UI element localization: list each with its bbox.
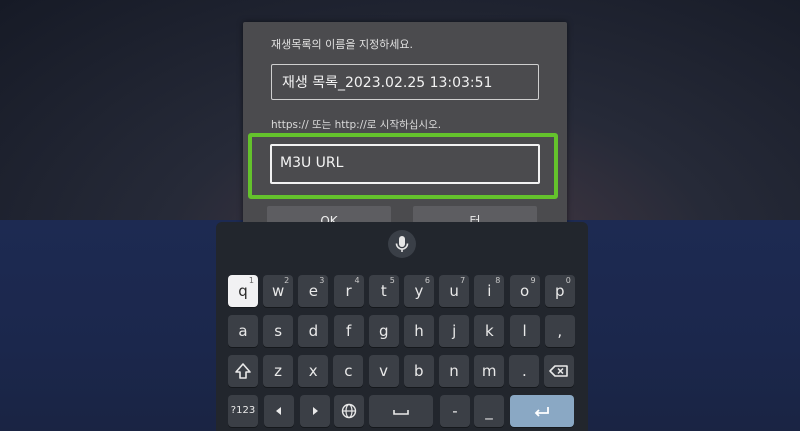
key-label: q xyxy=(238,282,248,300)
key-p[interactable]: p0 xyxy=(544,275,575,307)
arrow-right-icon xyxy=(313,407,318,415)
key-r[interactable]: r4 xyxy=(333,275,364,307)
underscore-key-label: _ xyxy=(485,402,493,420)
key-h[interactable]: h xyxy=(404,315,434,347)
key-label: p xyxy=(555,282,565,300)
key-e[interactable]: e3 xyxy=(298,275,329,307)
space-key[interactable] xyxy=(369,395,433,427)
key-label: u xyxy=(449,282,459,300)
key-number-hint: 9 xyxy=(530,276,536,285)
key-s[interactable]: s xyxy=(263,315,294,347)
key-f[interactable]: f xyxy=(333,315,364,347)
key-l[interactable]: l xyxy=(509,315,540,347)
key-d[interactable]: d xyxy=(298,315,329,347)
playlist-name-field[interactable]: 재생 목록_2023.02.25 13:03:51 xyxy=(271,64,539,100)
enter-key[interactable] xyxy=(510,395,574,427)
key-n[interactable]: n xyxy=(439,355,469,387)
key-i[interactable]: i8 xyxy=(474,275,505,307)
key-number-hint: 1 xyxy=(248,276,254,285)
key-label: s xyxy=(274,322,283,340)
key-label: e xyxy=(308,282,318,300)
key-v[interactable]: v xyxy=(368,355,399,387)
key-y[interactable]: y6 xyxy=(404,275,434,307)
underscore-key[interactable]: _ xyxy=(474,395,504,427)
m3u-url-input[interactable]: M3U URL xyxy=(270,144,540,184)
key-number-hint: 4 xyxy=(354,276,360,285)
key-a[interactable]: a xyxy=(228,315,258,347)
key-label: n xyxy=(449,362,459,380)
shift-icon xyxy=(235,363,251,379)
key-c[interactable]: c xyxy=(333,355,364,387)
on-screen-keyboard: ?123 - _ q1w2e3r4t5y6u7i8o9p0asdfghjkl,z… xyxy=(216,222,588,431)
dash-key-label: - xyxy=(452,402,458,420)
key-z[interactable]: z xyxy=(263,355,293,387)
key-label: g xyxy=(379,322,389,340)
url-hint: https:// 또는 http://로 시작하십시오. xyxy=(271,119,442,131)
cursor-right-key[interactable] xyxy=(300,395,330,427)
cursor-left-key[interactable] xyxy=(264,395,294,427)
key-label: z xyxy=(274,362,282,380)
backspace-key[interactable] xyxy=(544,355,574,387)
mic-icon[interactable] xyxy=(388,230,416,258)
key-number-hint: 2 xyxy=(284,276,290,285)
key-q[interactable]: q1 xyxy=(228,275,258,307)
key-label: d xyxy=(308,322,319,340)
key-label: r xyxy=(345,282,352,300)
key-label: o xyxy=(520,282,530,300)
key-label: j xyxy=(452,322,457,340)
key-b[interactable]: b xyxy=(403,355,434,387)
key-label: v xyxy=(379,362,389,380)
language-key[interactable] xyxy=(334,395,364,427)
key-number-hint: 7 xyxy=(460,276,466,285)
key-label: i xyxy=(487,282,492,300)
key-label: h xyxy=(414,322,424,340)
key-o[interactable]: o9 xyxy=(509,275,540,307)
key-label: x xyxy=(308,362,318,380)
key-k[interactable]: k xyxy=(474,315,505,347)
key-label: b xyxy=(414,362,424,380)
key-t[interactable]: t5 xyxy=(368,275,399,307)
key-label: c xyxy=(344,362,353,380)
key-label: m xyxy=(481,362,497,380)
key-comma[interactable]: , xyxy=(544,315,575,347)
key-number-hint: 0 xyxy=(565,276,571,285)
key-period[interactable]: . xyxy=(509,355,540,387)
key-label: . xyxy=(522,362,527,380)
key-label: f xyxy=(345,322,352,340)
space-icon xyxy=(393,410,409,415)
key-g[interactable]: g xyxy=(368,315,399,347)
key-j[interactable]: j xyxy=(439,315,470,347)
key-label: t xyxy=(380,282,387,300)
dialog-title: 재생목록의 이름을 지정하세요. xyxy=(271,38,414,51)
arrow-left-icon xyxy=(276,407,281,415)
key-label: w xyxy=(272,282,285,300)
key-number-hint: 5 xyxy=(389,276,395,285)
key-number-hint: 8 xyxy=(495,276,501,285)
dash-key[interactable]: - xyxy=(440,395,470,427)
symbols-key-label: ?123 xyxy=(230,405,256,416)
key-w[interactable]: w2 xyxy=(263,275,294,307)
backspace-icon xyxy=(549,365,568,377)
key-number-hint: 6 xyxy=(424,276,430,285)
playlist-name-dialog: 재생목록의 이름을 지정하세요. 재생 목록_2023.02.25 13:03:… xyxy=(243,22,567,236)
globe-icon xyxy=(341,403,357,419)
shift-key[interactable] xyxy=(228,355,258,387)
key-u[interactable]: u7 xyxy=(439,275,470,307)
enter-icon xyxy=(534,407,549,417)
key-x[interactable]: x xyxy=(298,355,329,387)
key-label: k xyxy=(485,322,494,340)
key-label: y xyxy=(414,282,424,300)
symbols-key[interactable]: ?123 xyxy=(228,395,258,427)
key-number-hint: 3 xyxy=(319,276,325,285)
key-label: a xyxy=(238,322,248,340)
key-label: l xyxy=(522,322,527,340)
key-label: , xyxy=(557,322,563,340)
key-m[interactable]: m xyxy=(474,355,505,387)
